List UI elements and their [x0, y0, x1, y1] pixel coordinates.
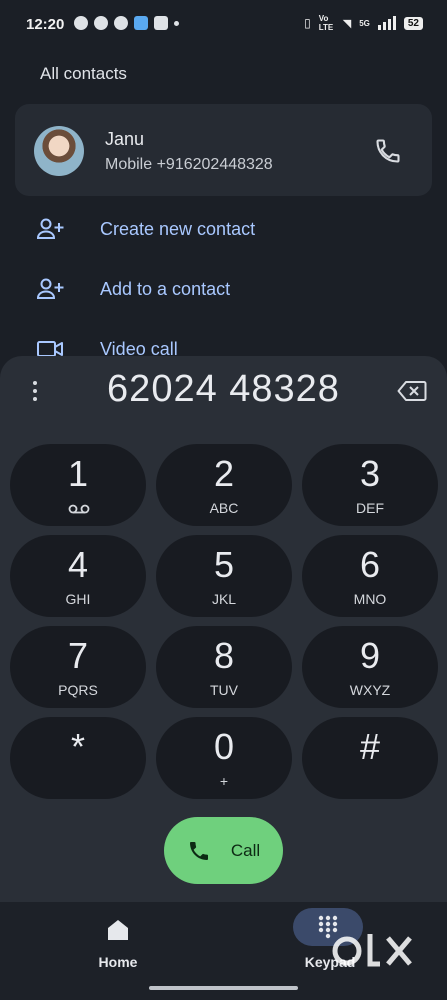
dialpad-key-8[interactable]: 8 TUV: [156, 626, 292, 708]
create-new-contact-label: Create new contact: [100, 218, 256, 239]
system-icons: ▯ Vo LTE ◥ 5G 52: [304, 14, 423, 32]
create-new-contact-button[interactable]: Create new contact: [36, 214, 255, 244]
youtube-icon: [154, 16, 168, 30]
key-letters: +: [219, 773, 229, 789]
dialpad-key-9[interactable]: 9 WXYZ: [302, 626, 438, 708]
status-time: 12:20: [26, 16, 65, 33]
dialed-number: 62024 48328: [107, 368, 340, 410]
dialpad-key-1[interactable]: 1: [10, 444, 146, 526]
olx-watermark-logo: [332, 934, 412, 967]
add-to-contact-button[interactable]: Add to a contact: [36, 274, 230, 304]
key-letters: DEF: [356, 500, 384, 516]
messenger-icon: [94, 16, 108, 30]
gesture-bar[interactable]: [149, 986, 298, 990]
key-digit: *: [70, 726, 85, 767]
key-digit: 4: [67, 544, 89, 585]
person-add-icon: [36, 278, 64, 299]
battery-indicator: 52: [403, 16, 423, 30]
key-letters: PQRS: [58, 682, 98, 698]
key-digit: 8: [213, 635, 235, 676]
gallery-icon: [134, 16, 148, 30]
nav-home-label: Home: [98, 954, 138, 970]
status-bar: 12:20 ▯ Vo LTE ◥ 5G 52: [0, 0, 447, 48]
contact-suggestion-card[interactable]: Janu Mobile +916202448328: [15, 104, 432, 196]
person-add-icon: [36, 218, 64, 239]
key-letters: TUV: [210, 682, 238, 698]
key-letters: WXYZ: [349, 682, 391, 698]
dialpad-key-pound[interactable]: #: [302, 717, 438, 799]
backspace-icon[interactable]: [397, 380, 427, 402]
signal-icon: [377, 16, 396, 30]
dialpad-key-0[interactable]: 0 +: [156, 717, 292, 799]
key-digit: 9: [359, 635, 381, 676]
key-letters: GHI: [65, 591, 91, 607]
section-title: All contacts: [40, 64, 127, 83]
key-digit: 3: [359, 453, 381, 494]
snapchat-icon: [74, 16, 88, 30]
voicemail-icon: [68, 504, 90, 514]
notification-icons: [74, 16, 179, 30]
network-5g-label: 5G: [359, 18, 370, 28]
contact-name: Janu: [105, 129, 145, 149]
key-digit: #: [359, 726, 381, 767]
call-button[interactable]: Call: [164, 817, 283, 884]
home-icon: [108, 920, 128, 940]
key-digit: 5: [213, 544, 235, 585]
dialpad-key-5[interactable]: 5 JKL: [156, 535, 292, 617]
dialpad-key-3[interactable]: 3 DEF: [302, 444, 438, 526]
contact-subtitle: Mobile +916202448328: [105, 156, 273, 173]
vibrate-icon: ▯: [304, 16, 311, 30]
dialpad-key-4[interactable]: 4 GHI: [10, 535, 146, 617]
phone-icon[interactable]: [374, 137, 402, 165]
key-digit: 1: [67, 453, 89, 494]
key-digit: 2: [213, 453, 235, 494]
dialpad-key-7[interactable]: 7 PQRS: [10, 626, 146, 708]
dialpad-key-star[interactable]: *: [10, 717, 146, 799]
key-digit: 6: [359, 544, 381, 585]
key-letters: JKL: [211, 591, 237, 607]
phone-icon: [189, 841, 208, 860]
key-digit: 0: [213, 726, 235, 767]
key-digit: 7: [67, 635, 89, 676]
dialpad-key-6[interactable]: 6 MNO: [302, 535, 438, 617]
key-letters: MNO: [353, 591, 387, 607]
avatar: [34, 126, 84, 176]
volte-label: Vo LTE: [318, 14, 334, 32]
dialpad-key-2[interactable]: 2 ABC: [156, 444, 292, 526]
key-letters: ABC: [209, 500, 239, 516]
call-button-label: Call: [230, 840, 261, 860]
more-notifications-dot-icon: [174, 20, 179, 26]
facebook-icon: [114, 16, 128, 30]
wifi-icon: ◥: [342, 17, 352, 30]
add-to-contact-label: Add to a contact: [100, 278, 231, 299]
